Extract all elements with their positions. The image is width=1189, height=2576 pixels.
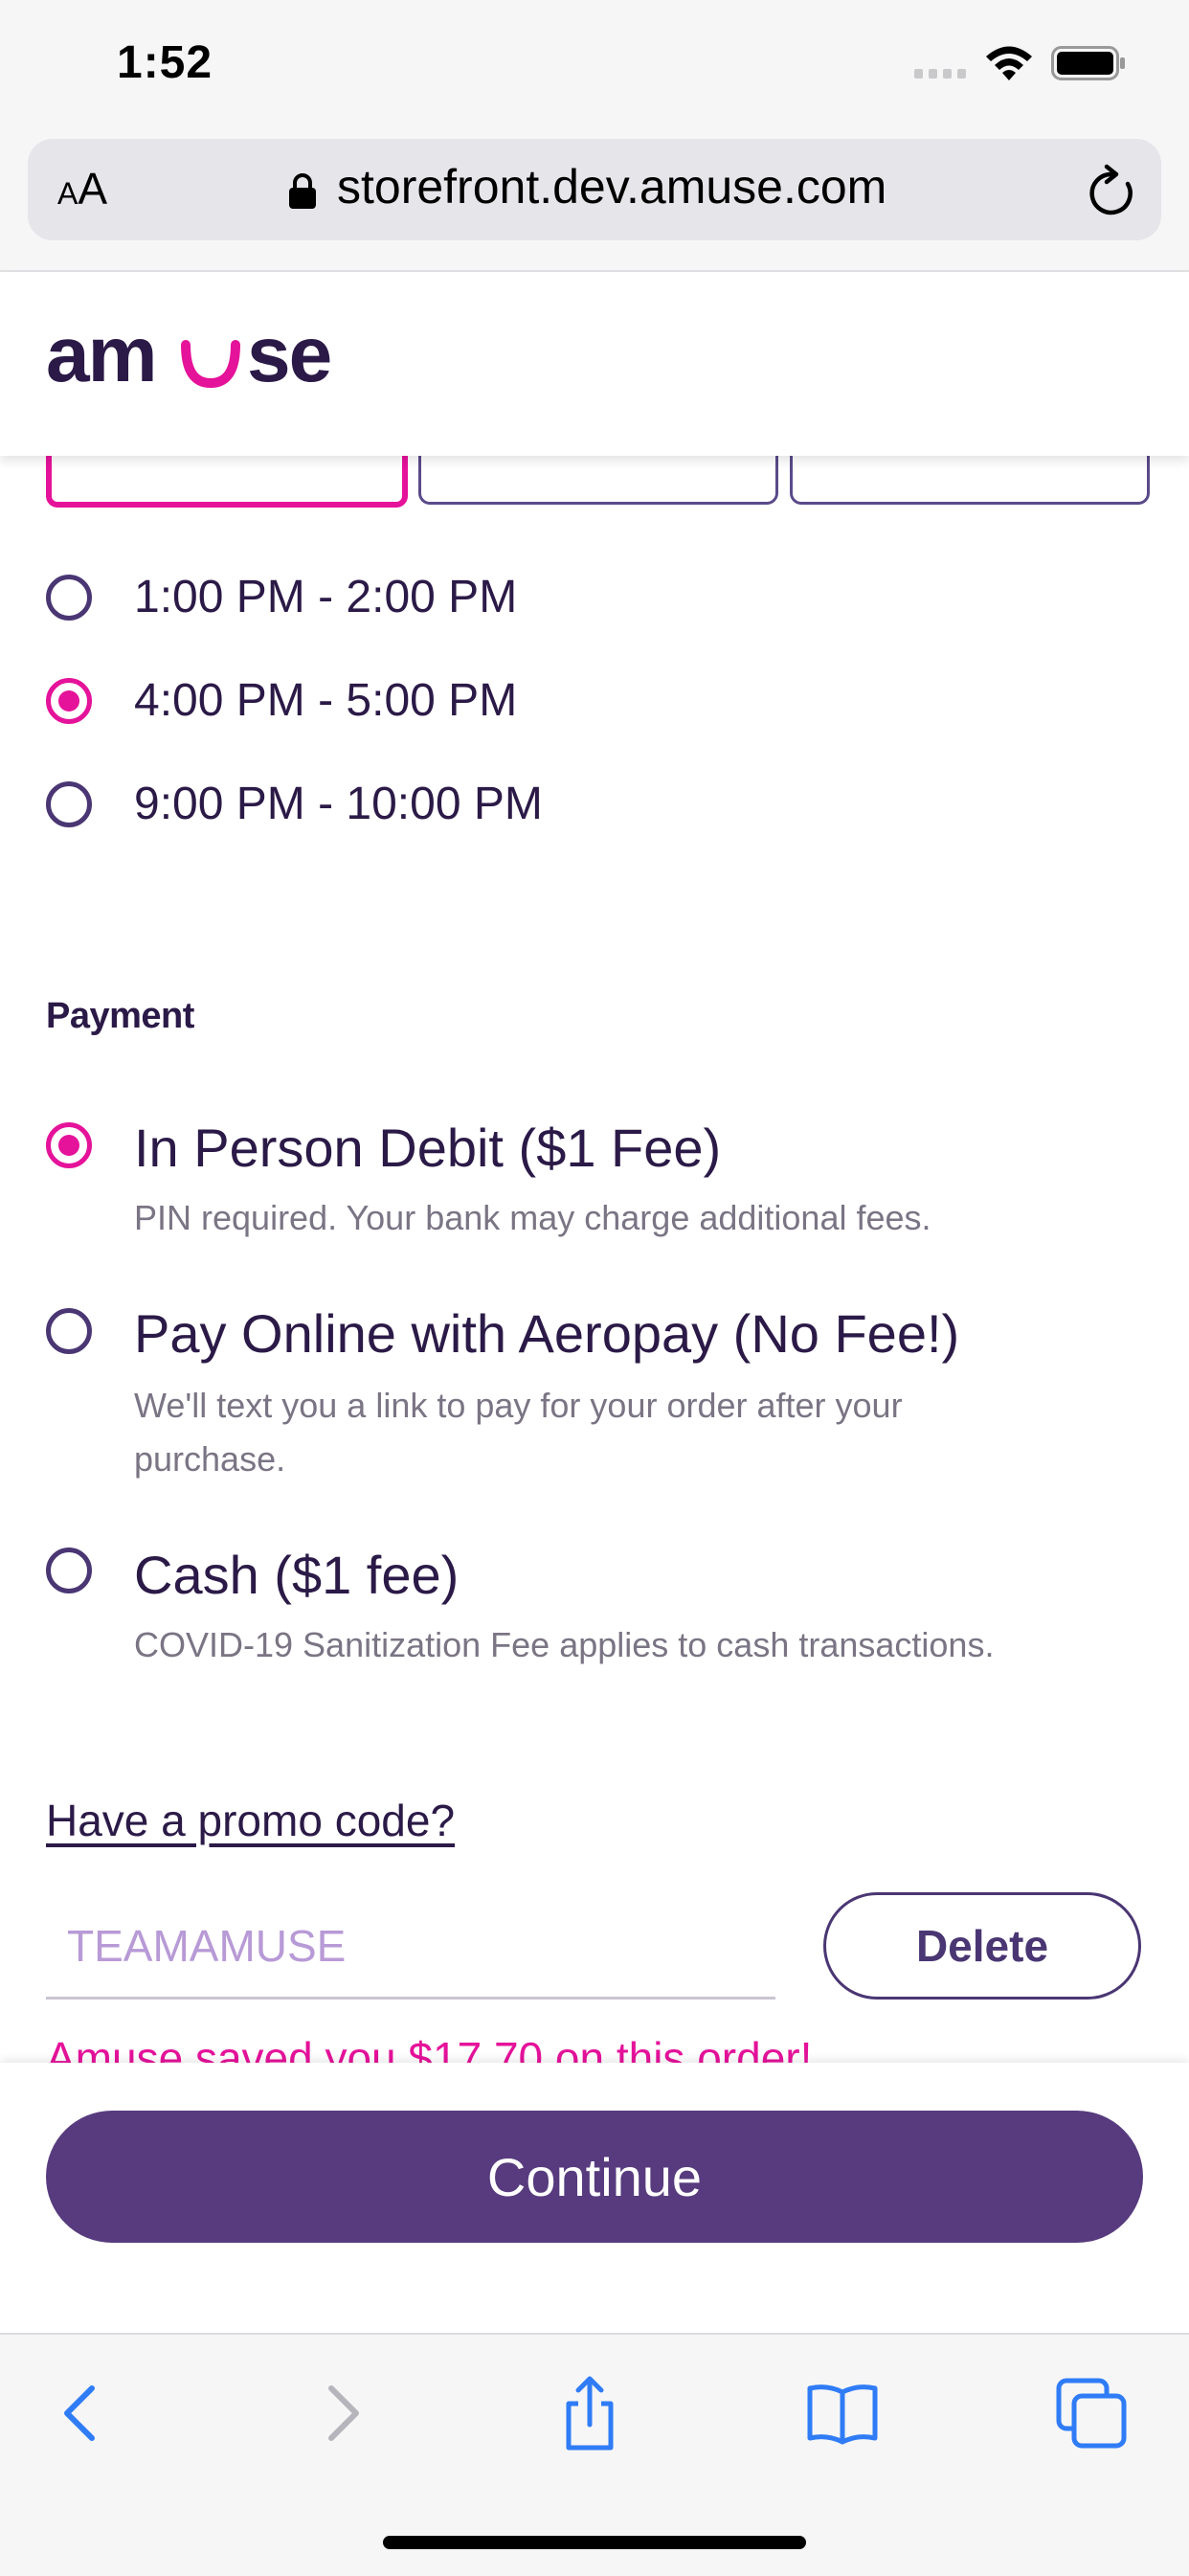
text-size-button[interactable]: AA bbox=[57, 163, 107, 215]
payment-radio-selected[interactable] bbox=[46, 1122, 92, 1168]
time-slot-label[interactable]: 4:00 PM - 5:00 PM bbox=[134, 674, 517, 727]
url-text[interactable]: storefront.dev.amuse.com bbox=[337, 159, 886, 215]
forward-icon[interactable] bbox=[303, 2375, 379, 2452]
delete-promo-button[interactable]: Delete bbox=[823, 1892, 1141, 2000]
continue-button[interactable]: Continue bbox=[46, 2111, 1143, 2243]
payment-radio[interactable] bbox=[46, 1548, 92, 1593]
promo-code-link[interactable]: Have a promo code? bbox=[46, 1795, 455, 1846]
payment-option-description: We'll text you a link to pay for your or… bbox=[134, 1386, 903, 1425]
time-slot-label[interactable]: 1:00 PM - 2:00 PM bbox=[134, 571, 517, 623]
payment-option-title[interactable]: In Person Debit ($1 Fee) bbox=[134, 1117, 721, 1179]
home-indicator bbox=[383, 2536, 806, 2549]
time-slot-radio-selected[interactable] bbox=[46, 678, 92, 724]
payment-option-title[interactable]: Cash ($1 fee) bbox=[134, 1544, 459, 1606]
svg-text:se: se bbox=[247, 316, 330, 398]
payment-heading: Payment bbox=[46, 996, 194, 1036]
cellular-signal-icon bbox=[914, 69, 970, 80]
svg-text:am: am bbox=[46, 316, 156, 398]
share-icon[interactable] bbox=[551, 2375, 628, 2452]
payment-option-description: purchase. bbox=[134, 1439, 286, 1479]
payment-radio[interactable] bbox=[46, 1308, 92, 1354]
battery-icon bbox=[1051, 46, 1125, 80]
payment-option-description: COVID-19 Sanitization Fee applies to cas… bbox=[134, 1625, 995, 1664]
back-icon[interactable] bbox=[44, 2375, 121, 2452]
payment-option-title[interactable]: Pay Online with Aeropay (No Fee!) bbox=[134, 1302, 959, 1365]
reload-icon[interactable] bbox=[1086, 163, 1139, 218]
time-slot-label[interactable]: 9:00 PM - 10:00 PM bbox=[134, 778, 543, 830]
promo-code-input[interactable] bbox=[46, 1894, 775, 2000]
time-slot-radio[interactable] bbox=[46, 575, 92, 621]
time-slot-radio[interactable] bbox=[46, 781, 92, 827]
wifi-icon bbox=[986, 46, 1032, 80]
status-time: 1:52 bbox=[117, 37, 213, 88]
amuse-logo[interactable]: am se bbox=[46, 316, 343, 402]
payment-option-description: PIN required. Your bank may charge addit… bbox=[134, 1198, 931, 1237]
tabs-icon[interactable] bbox=[1053, 2375, 1130, 2452]
bookmarks-icon[interactable] bbox=[804, 2375, 881, 2452]
lock-icon bbox=[289, 173, 316, 209]
